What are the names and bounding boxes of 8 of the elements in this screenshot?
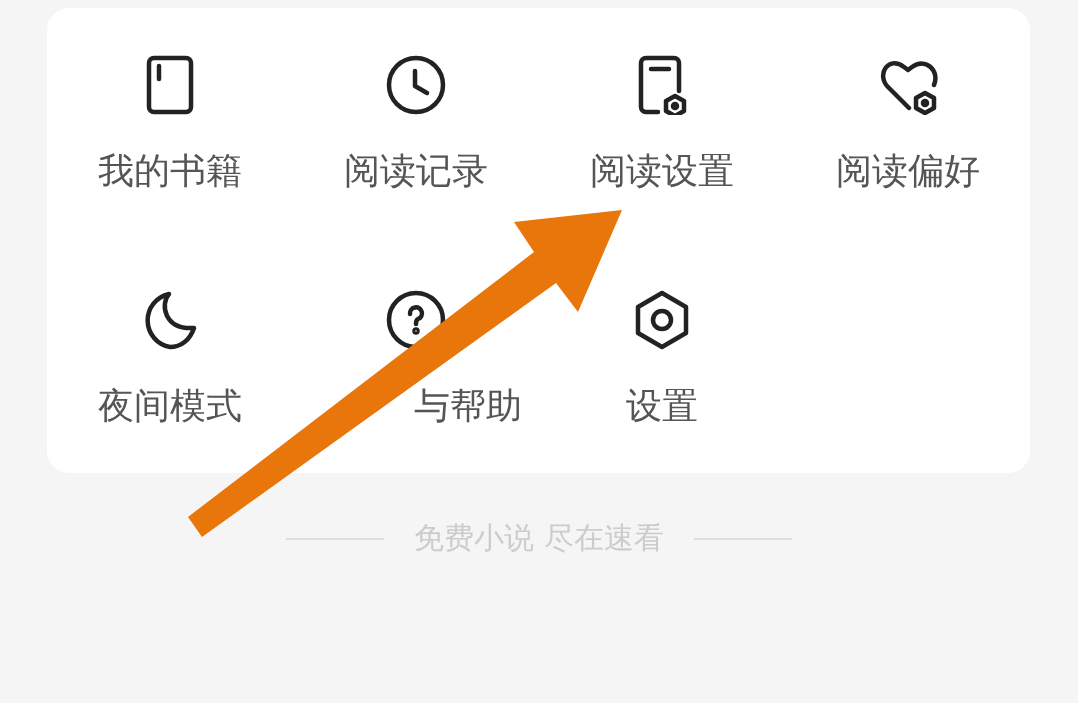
clock-icon[interactable] — [386, 55, 446, 115]
menu-label[interactable]: 与帮助 — [414, 384, 522, 428]
menu-label[interactable]: 设置 — [626, 384, 698, 428]
menu-label[interactable]: 阅读设置 — [590, 149, 734, 193]
menu-label[interactable]: 阅读记录 — [344, 149, 488, 193]
menu-label[interactable]: 阅读偏好 — [836, 149, 980, 193]
menu-label[interactable]: 夜间模式 — [98, 384, 242, 428]
menu-label[interactable]: 我的书籍 — [98, 149, 242, 193]
